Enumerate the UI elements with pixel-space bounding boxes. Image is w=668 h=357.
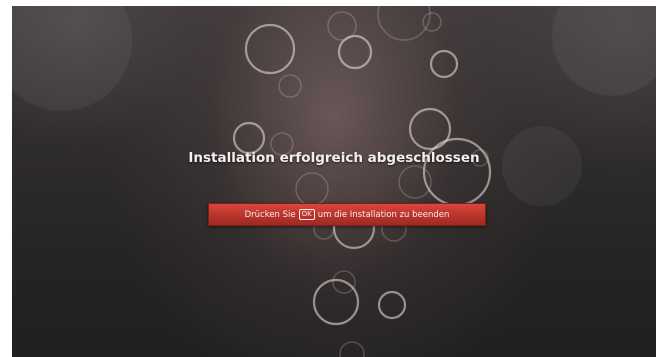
bubble-background bbox=[12, 6, 656, 357]
prompt-suffix: um die Installation zu beenden bbox=[317, 209, 450, 220]
finish-installation-prompt[interactable]: Drücken Sie OK um die Installation zu be… bbox=[208, 203, 486, 226]
ok-key-icon: OK bbox=[298, 209, 315, 220]
installation-complete-title: Installation erfolgreich abgeschlossen bbox=[188, 150, 480, 166]
installation-screen: Installation erfolgreich abgeschlossen D… bbox=[12, 6, 656, 357]
prompt-prefix: Drücken Sie bbox=[244, 209, 296, 220]
